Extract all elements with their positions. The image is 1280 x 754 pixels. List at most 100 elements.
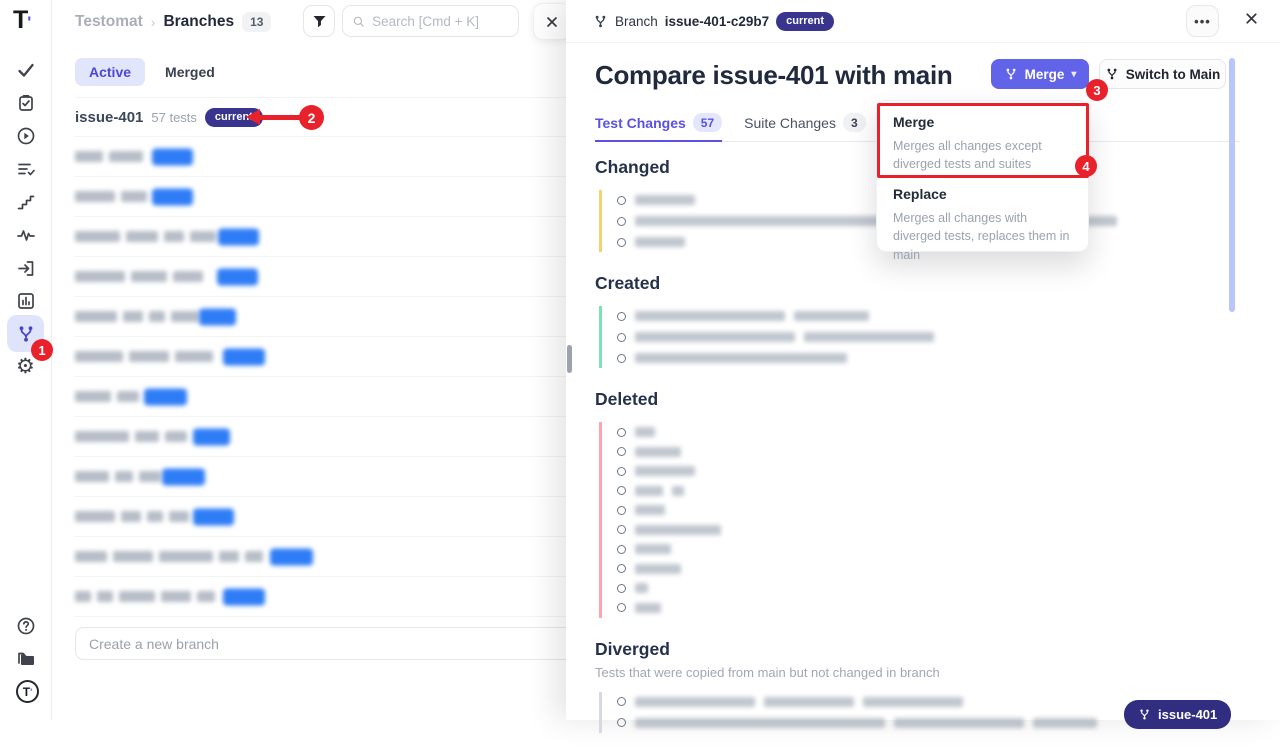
test-circle-icon [617,564,626,573]
redacted-branch-name [165,431,187,442]
list-check-icon[interactable] [16,159,36,179]
switch-to-main-button[interactable]: Switch to Main [1099,59,1226,89]
redacted-branch-name [115,471,133,482]
redacted-test-item[interactable] [617,602,1240,614]
branch-filter-tabs: Active Merged [75,58,217,86]
drawer-close-icon[interactable] [1243,10,1260,32]
redacted-test-title [635,583,648,593]
redacted-branch-name [75,471,109,482]
redacted-test-title [635,195,695,205]
branch-row-redacted[interactable] [75,537,597,577]
redacted-branch-name [119,591,155,602]
search-input[interactable] [372,14,509,29]
branches-count-badge: 13 [242,12,271,32]
tests-check-icon[interactable] [16,60,36,80]
breadcrumb-project[interactable]: Testomat [75,13,143,31]
help-icon[interactable] [16,616,36,636]
branch-row-redacted[interactable] [75,377,597,417]
drawer-resize-handle[interactable] [567,345,572,373]
redacted-tests-badge [162,468,205,485]
merge-button[interactable]: Merge ▾ [991,59,1089,89]
redacted-tests-badge [270,548,313,565]
test-circle-icon [617,354,626,363]
redacted-branch-name [161,591,191,602]
branch-row-redacted[interactable] [75,337,597,377]
redacted-tests-badge [217,268,258,285]
test-circle-icon [617,697,626,706]
redacted-test-item[interactable] [617,331,1240,343]
redacted-test-item[interactable] [617,426,1240,438]
redacted-branch-name [75,351,123,362]
reports-chart-icon[interactable] [16,291,36,311]
drawer-branch-name: issue-401-c29b7 [665,14,769,29]
tab-suite-changes[interactable]: Suite Changes 3 [744,113,866,141]
dropdown-item-replace[interactable]: Replace Merges all changes with diverged… [893,186,1072,263]
redacted-test-item[interactable] [617,582,1240,594]
redacted-tests-badge [223,588,265,605]
projects-folder-icon[interactable] [16,649,36,669]
redacted-branch-name [245,551,263,562]
steps-stairs-icon[interactable] [16,192,36,212]
branch-row-current[interactable]: issue-401 57 tests current [75,97,597,137]
tab-merged-branches[interactable]: Merged [163,58,217,86]
redacted-test-item[interactable] [617,563,1240,575]
redacted-test-title [635,697,755,707]
redacted-branch-name [171,311,199,322]
drawer-header: Branch issue-401-c29b7 current ••• [566,0,1280,43]
settings-gear-icon[interactable]: ⚙ [16,357,36,377]
test-circle-icon [617,506,626,515]
testomat-logo[interactable]: T' [13,6,30,35]
branch-row-redacted[interactable] [75,577,597,617]
compare-title: Compare issue-401 with main [595,60,952,91]
branch-icon [1105,67,1119,81]
redacted-test-item[interactable] [617,524,1240,536]
annotation-step-2: 2 [299,105,324,130]
branch-name[interactable]: issue-401 [75,109,143,126]
runs-play-icon[interactable] [16,126,36,146]
branch-row-redacted[interactable] [75,217,597,257]
create-branch-input[interactable] [75,627,635,660]
redacted-test-item[interactable] [617,446,1240,458]
current-branch-floating-badge[interactable]: issue-401 [1124,700,1231,729]
created-list [599,306,1240,368]
branch-icon [593,14,608,29]
redacted-test-item[interactable] [617,310,1240,322]
branch-row-redacted[interactable] [75,137,597,177]
redacted-branch-name [197,591,215,602]
drawer-branch-label: Branch [615,14,658,29]
redacted-test-item[interactable] [617,352,1240,364]
redacted-test-item[interactable] [617,543,1240,555]
test-circle-icon [617,467,626,476]
redacted-branch-name [75,511,115,522]
account-avatar-icon[interactable]: T' [16,680,36,700]
redacted-branch-name [75,151,103,162]
redacted-test-title [635,486,663,496]
redacted-tests-badge [193,428,230,445]
redacted-test-item[interactable] [617,465,1240,477]
branch-row-redacted[interactable] [75,417,597,457]
more-options-button[interactable]: ••• [1186,5,1219,37]
branch-row-redacted[interactable] [75,457,597,497]
branch-row-redacted[interactable] [75,177,597,217]
redacted-branch-name [75,231,120,242]
branch-row-redacted[interactable] [75,257,597,297]
import-icon[interactable] [16,258,36,278]
redacted-test-item[interactable] [617,504,1240,516]
test-plan-clipboard-icon[interactable] [16,93,36,113]
test-circle-icon [617,718,626,727]
tab-test-changes[interactable]: Test Changes 57 [595,113,722,141]
redacted-branch-name [121,511,141,522]
redacted-test-title [635,564,681,574]
tab-active-branches[interactable]: Active [75,58,145,86]
test-circle-icon [617,603,626,612]
drawer-scrollbar[interactable] [1229,58,1235,312]
redacted-test-title [635,447,681,457]
redacted-test-item[interactable] [617,485,1240,497]
filter-button[interactable] [303,5,335,37]
branch-row-redacted[interactable] [75,497,597,537]
branch-row-redacted[interactable] [75,297,597,337]
redacted-test-title [804,332,934,342]
redacted-tests-badge [144,388,187,405]
analytics-pulse-icon[interactable] [16,225,36,245]
redacted-branch-name [131,271,167,282]
